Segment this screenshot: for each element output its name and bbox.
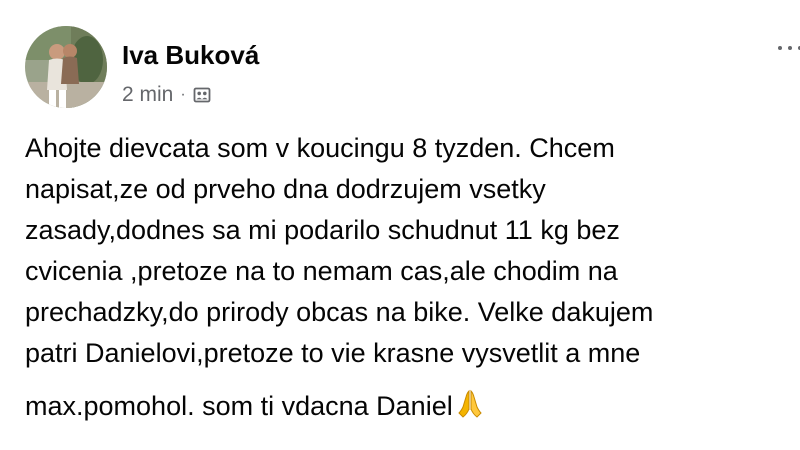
post-text: Ahojte dievcata som v koucingu 8 tyzden.…	[25, 128, 775, 427]
more-dot	[778, 46, 782, 50]
meta-separator: ·	[180, 86, 186, 103]
more-dot	[788, 46, 792, 50]
post-text-line: prechadzky,do prirody obcas na bike. Vel…	[25, 297, 654, 327]
post-text-line: napisat,ze od prveho dna dodrzujem vsetk…	[25, 174, 546, 204]
folded-hands-icon	[454, 387, 486, 431]
post-time[interactable]: 2 min	[122, 83, 173, 107]
post-text-line: Ahojte dievcata som v koucingu 8 tyzden.…	[25, 133, 615, 163]
profile-photo-icon	[25, 26, 107, 108]
post-text-line: max.pomohol. som ti vdacna Daniel	[25, 391, 453, 421]
post-text-line: cvicenia ,pretoze na to nemam cas,ale ch…	[25, 256, 618, 286]
post-text-line: patri Danielovi,pretoze to vie krasne vy…	[25, 338, 641, 368]
post-text-line-last: max.pomohol. som ti vdacna Daniel	[25, 386, 775, 427]
avatar[interactable]	[25, 26, 107, 108]
group-audience-icon[interactable]	[193, 86, 211, 104]
more-options-icon[interactable]	[778, 38, 800, 58]
post-meta: 2 min ·	[122, 82, 211, 108]
author-name[interactable]: Iva Buková	[122, 40, 259, 71]
post-text-line: zasady,dodnes sa mi podarilo schudnut 11…	[25, 215, 620, 245]
